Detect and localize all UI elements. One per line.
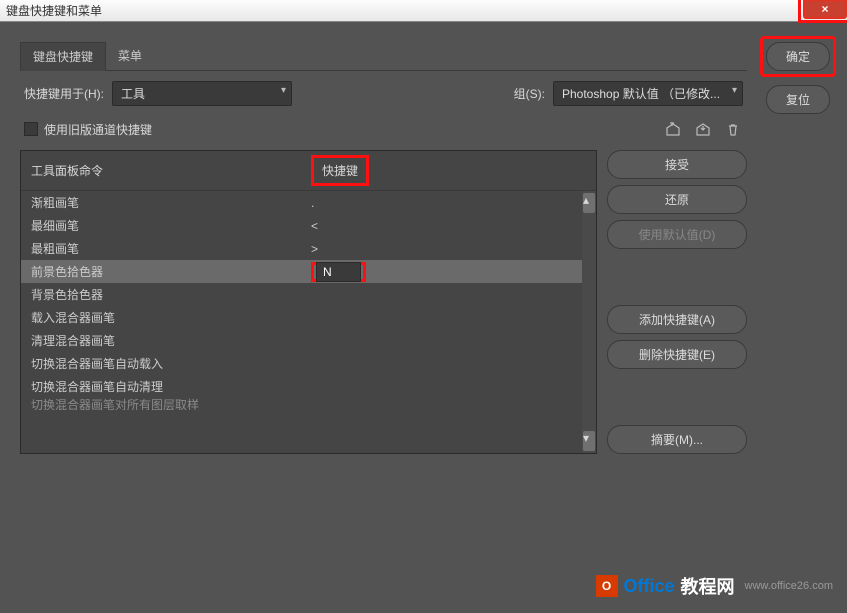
legacy-row: 使用旧版通道快捷键 bbox=[20, 116, 747, 142]
delete-shortcut-button[interactable]: 删除快捷键(E) bbox=[607, 340, 747, 369]
window-body: 键盘快捷键 菜单 快捷键用于(H): 工具 组(S): Photoshop 默认… bbox=[0, 22, 847, 613]
list-row[interactable]: 载入混合器画笔 bbox=[21, 306, 596, 329]
delete-set-icon[interactable] bbox=[723, 120, 743, 138]
reset-button[interactable]: 复位 bbox=[766, 85, 830, 114]
row-cmd: 载入混合器画笔 bbox=[31, 309, 311, 326]
tab-bar: 键盘快捷键 菜单 bbox=[20, 42, 747, 71]
save-set-icon[interactable] bbox=[693, 120, 713, 138]
list-header: 工具面板命令 快捷键 bbox=[21, 151, 596, 191]
watermark-logo-icon: O bbox=[596, 575, 618, 597]
tab-shortcuts[interactable]: 键盘快捷键 bbox=[20, 42, 106, 71]
use-default-button[interactable]: 使用默认值(D) bbox=[607, 220, 747, 249]
row-cmd: 切换混合器画笔对所有图层取样 bbox=[31, 398, 311, 410]
watermark: O Office 教程网 www.office26.com bbox=[596, 573, 833, 599]
list-row[interactable]: 切换混合器画笔自动清理 bbox=[21, 375, 596, 398]
list-row[interactable]: 切换混合器画笔自动载入 bbox=[21, 352, 596, 375]
add-shortcut-button[interactable]: 添加快捷键(A) bbox=[607, 305, 747, 334]
set-icon-buttons bbox=[663, 120, 743, 138]
set-label: 组(S): bbox=[514, 85, 545, 102]
titlebar: 键盘快捷键和菜单 × bbox=[0, 0, 847, 22]
main-panel: 键盘快捷键 菜单 快捷键用于(H): 工具 组(S): Photoshop 默认… bbox=[14, 36, 753, 599]
close-icon: × bbox=[821, 2, 828, 16]
row-key: > bbox=[311, 242, 371, 256]
shortcuts-for-label: 快捷键用于(H): bbox=[24, 85, 104, 102]
legacy-checkbox[interactable] bbox=[24, 122, 38, 136]
list-row[interactable]: 最细画笔 < bbox=[21, 214, 596, 237]
column-shortcut: 快捷键 bbox=[311, 155, 371, 186]
list-row[interactable]: 清理混合器画笔 bbox=[21, 329, 596, 352]
row-cmd: 最粗画笔 bbox=[31, 240, 311, 257]
row-cmd: 背景色拾色器 bbox=[31, 286, 311, 303]
list-row[interactable]: 渐粗画笔 . bbox=[21, 191, 596, 214]
window-title: 键盘快捷键和菜单 bbox=[6, 2, 102, 19]
row-key: < bbox=[311, 219, 371, 233]
highlight-ok: 确定 bbox=[760, 36, 836, 77]
highlight-key-input bbox=[311, 262, 366, 282]
scrollbar-up-icon[interactable]: ▴ bbox=[583, 193, 595, 213]
list-row-selected[interactable]: 前景色拾色器 bbox=[21, 260, 596, 283]
row-cmd: 最细画笔 bbox=[31, 217, 311, 234]
window-close-button[interactable]: × bbox=[803, 0, 847, 19]
main-area: 工具面板命令 快捷键 渐粗画笔 . 最细画笔 < 最粗画笔 bbox=[20, 150, 747, 454]
column-command: 工具面板命令 bbox=[31, 162, 311, 179]
watermark-url: www.office26.com bbox=[745, 580, 833, 592]
set-value: Photoshop 默认值 （已修改... bbox=[562, 87, 720, 101]
undo-button[interactable]: 还原 bbox=[607, 185, 747, 214]
side-buttons: 接受 还原 使用默认值(D) 添加快捷键(A) 删除快捷键(E) 摘要(M)..… bbox=[607, 150, 747, 454]
row-key: . bbox=[311, 196, 371, 210]
row-key bbox=[311, 262, 371, 282]
controls-row: 快捷键用于(H): 工具 组(S): Photoshop 默认值 （已修改... bbox=[20, 71, 747, 116]
accept-button[interactable]: 接受 bbox=[607, 150, 747, 179]
list-row[interactable]: 背景色拾色器 bbox=[21, 283, 596, 306]
shortcuts-for-select[interactable]: 工具 bbox=[112, 81, 292, 106]
scrollbar[interactable]: ▴ ▾ bbox=[582, 191, 596, 453]
row-cmd: 切换混合器画笔自动清理 bbox=[31, 378, 311, 395]
row-cmd: 渐粗画笔 bbox=[31, 194, 311, 211]
row-cmd: 前景色拾色器 bbox=[31, 263, 311, 280]
list-row[interactable]: 切换混合器画笔对所有图层取样 bbox=[21, 398, 596, 410]
dialog-buttons: 确定 复位 bbox=[763, 36, 833, 599]
summary-button[interactable]: 摘要(M)... bbox=[607, 425, 747, 454]
shortcut-input[interactable] bbox=[316, 262, 361, 282]
set-select[interactable]: Photoshop 默认值 （已修改... bbox=[553, 81, 743, 106]
tab-menus[interactable]: 菜单 bbox=[106, 42, 154, 70]
watermark-text2: 教程网 bbox=[681, 573, 735, 599]
shortcut-list: 工具面板命令 快捷键 渐粗画笔 . 最细画笔 < 最粗画笔 bbox=[20, 150, 597, 454]
row-cmd: 清理混合器画笔 bbox=[31, 332, 311, 349]
list-row[interactable]: 最粗画笔 > bbox=[21, 237, 596, 260]
highlight-shortcut-header: 快捷键 bbox=[311, 155, 369, 186]
watermark-text1: Office bbox=[624, 576, 675, 597]
shortcuts-for-value: 工具 bbox=[121, 87, 145, 101]
scrollbar-down-icon[interactable]: ▾ bbox=[583, 431, 595, 451]
ok-button[interactable]: 确定 bbox=[766, 42, 830, 71]
new-set-icon[interactable] bbox=[663, 120, 683, 138]
list-body[interactable]: 渐粗画笔 . 最细画笔 < 最粗画笔 > 前景色拾色器 bbox=[21, 191, 596, 453]
row-cmd: 切换混合器画笔自动载入 bbox=[31, 355, 311, 372]
legacy-label: 使用旧版通道快捷键 bbox=[44, 121, 152, 138]
